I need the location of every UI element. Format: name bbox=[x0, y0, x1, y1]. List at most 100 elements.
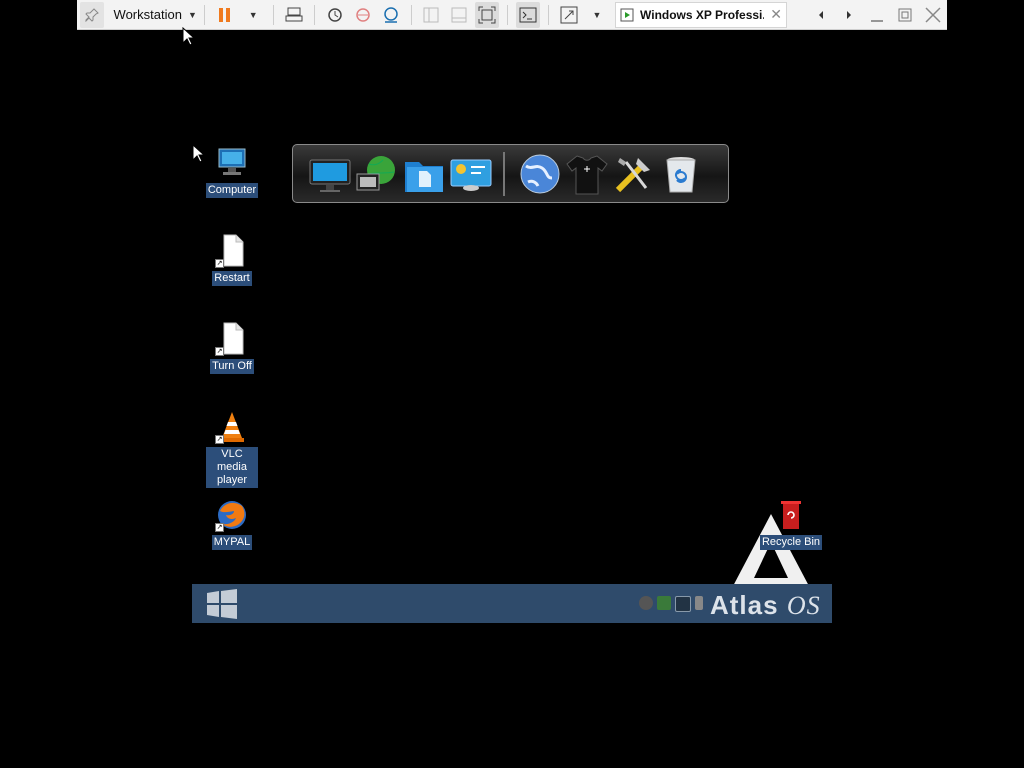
shortcut-arrow-icon: ↗ bbox=[215, 435, 224, 444]
keyboard-send-icon bbox=[285, 7, 303, 21]
toolbar-divider bbox=[410, 4, 412, 25]
toolbar-divider bbox=[273, 4, 274, 25]
library-pane-icon bbox=[423, 7, 439, 22]
minimize-icon bbox=[871, 19, 884, 22]
desktop-icon-label: VLC media player bbox=[206, 447, 258, 488]
chevron-down-icon: ▼ bbox=[248, 9, 258, 20]
send-ctrl-alt-del-button[interactable] bbox=[282, 2, 306, 28]
shortcut-arrow-icon: ↗ bbox=[215, 523, 224, 532]
revert-snapshot-icon bbox=[355, 7, 370, 22]
pause-button[interactable] bbox=[213, 2, 237, 28]
desktop-icon-restart[interactable]: ↗ Restart bbox=[197, 234, 267, 286]
power-options-dropdown[interactable]: ▼ bbox=[241, 2, 265, 28]
snapshot-manager-button[interactable] bbox=[379, 2, 403, 28]
chevron-down-icon: ▼ bbox=[187, 9, 197, 20]
shortcut-arrow-icon: ↗ bbox=[215, 347, 224, 356]
desktop-icon-label: Computer bbox=[205, 183, 259, 198]
theme-shirt-icon bbox=[566, 154, 608, 194]
close-icon[interactable]: ✕ bbox=[770, 6, 782, 23]
document-shortcut-icon: ↗ bbox=[215, 234, 249, 268]
chevron-left-icon bbox=[819, 10, 824, 19]
toolbar-divider bbox=[204, 4, 206, 25]
windows-logo-icon bbox=[207, 589, 237, 619]
desktop-icon-label: MYPAL bbox=[211, 535, 253, 550]
desktop-icon-computer[interactable]: Computer bbox=[197, 146, 267, 198]
start-button[interactable] bbox=[206, 589, 238, 619]
desktop-icon-mypal[interactable]: ↗ MYPAL bbox=[197, 498, 267, 550]
enter-full-screen-button[interactable] bbox=[475, 1, 500, 28]
monitor-icon bbox=[309, 159, 351, 192]
show-library-button[interactable] bbox=[419, 2, 443, 28]
toolbar-divider bbox=[507, 4, 509, 25]
console-view-button[interactable] bbox=[516, 1, 541, 28]
vmware-toolbar: Workstation ▼ ▼ ▼ Windows XP Professi...… bbox=[77, 0, 947, 30]
close-window-button[interactable] bbox=[921, 2, 945, 28]
dock-item-control-panel[interactable] bbox=[448, 151, 494, 197]
show-thumbnail-bar-button[interactable] bbox=[447, 2, 471, 28]
stretch-guest-button[interactable] bbox=[557, 2, 581, 28]
close-icon bbox=[925, 6, 941, 23]
dock-item-themes[interactable] bbox=[564, 151, 610, 197]
dock-item-internet[interactable] bbox=[517, 151, 563, 197]
dock-item-documents[interactable] bbox=[401, 151, 447, 197]
take-snapshot-button[interactable] bbox=[323, 2, 347, 28]
vm-tab-title: Windows XP Professi... bbox=[640, 7, 765, 22]
vlc-cone-icon: ↗ bbox=[215, 410, 249, 444]
mouse-cursor-icon bbox=[182, 27, 194, 46]
trash-icon bbox=[666, 156, 696, 192]
console-icon bbox=[519, 7, 537, 22]
dock-item-network[interactable] bbox=[354, 151, 400, 197]
toolbar-divider bbox=[548, 4, 550, 25]
vm-tab-windows-xp[interactable]: Windows XP Professi... ✕ bbox=[615, 1, 788, 28]
internet-globe-icon bbox=[520, 154, 560, 193]
dock-item-computer[interactable] bbox=[307, 151, 353, 197]
scroll-tabs-right-button[interactable] bbox=[837, 2, 861, 28]
atlas-os-brand: Atlas OS bbox=[710, 590, 821, 621]
security-icon[interactable] bbox=[657, 596, 671, 610]
desktop-icon-label: Recycle Bin bbox=[759, 535, 823, 550]
minimize-button[interactable] bbox=[865, 2, 889, 28]
desktop-icon-recycle-bin[interactable]: Recycle Bin bbox=[756, 498, 826, 550]
desktop-icon-label: Turn Off bbox=[210, 359, 254, 374]
stretch-icon bbox=[560, 6, 578, 23]
snapshot-manager-icon bbox=[383, 6, 398, 23]
revert-snapshot-button[interactable] bbox=[351, 2, 375, 28]
stretch-options-dropdown[interactable]: ▼ bbox=[585, 2, 609, 28]
desktop-icon-turn-off[interactable]: ↗ Turn Off bbox=[197, 322, 267, 374]
tools-icon bbox=[615, 157, 650, 192]
volume-icon[interactable] bbox=[695, 596, 703, 610]
dock-item-trash[interactable] bbox=[658, 151, 704, 197]
brand-text: Atlas bbox=[710, 590, 779, 620]
recycle-bin-icon bbox=[774, 498, 808, 532]
network-globe-icon bbox=[356, 155, 395, 190]
dock-bar bbox=[292, 144, 729, 203]
desktop-icon-label: Restart bbox=[212, 271, 252, 286]
brand-suffix: OS bbox=[786, 591, 821, 620]
chevron-down-icon: ▼ bbox=[592, 9, 602, 20]
desktop-icon-vlc[interactable]: ↗ VLC media player bbox=[197, 410, 267, 488]
dock-item-tools[interactable] bbox=[611, 151, 657, 197]
workstation-label: Workstation bbox=[113, 7, 182, 22]
display-icon[interactable] bbox=[675, 596, 691, 612]
control-panel-icon bbox=[450, 159, 492, 191]
restore-icon bbox=[898, 8, 912, 21]
chevron-right-icon bbox=[847, 10, 852, 19]
mouse-cursor-icon bbox=[192, 144, 204, 163]
shortcut-arrow-icon: ↗ bbox=[215, 259, 224, 268]
restore-button[interactable] bbox=[893, 2, 917, 28]
browser-globe-icon: ↗ bbox=[215, 498, 249, 532]
toolbar-divider bbox=[313, 4, 315, 25]
thumbnail-bar-icon bbox=[451, 7, 467, 22]
scroll-tabs-left-button[interactable] bbox=[809, 2, 833, 28]
pin-toolbar-button[interactable] bbox=[80, 1, 104, 28]
shield-icon[interactable] bbox=[639, 596, 653, 610]
workstation-menu[interactable]: Workstation ▼ bbox=[108, 2, 197, 28]
taskbar: Atlas OS bbox=[192, 584, 832, 623]
system-tray bbox=[639, 596, 703, 612]
computer-icon bbox=[215, 146, 249, 180]
document-shortcut-icon: ↗ bbox=[215, 322, 249, 356]
folder-documents-icon bbox=[405, 161, 443, 192]
vm-running-icon bbox=[620, 8, 634, 21]
dock-divider bbox=[503, 151, 505, 196]
pause-icon bbox=[219, 7, 231, 22]
